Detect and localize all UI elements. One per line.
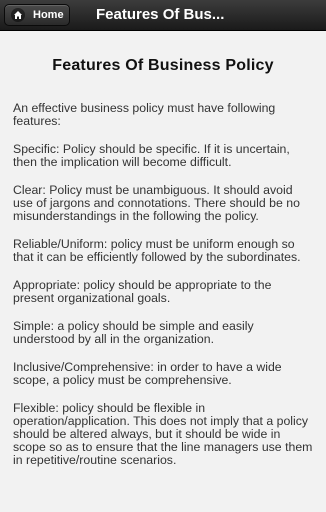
paragraph-appropriate: Appropriate: policy should be appropriat… (13, 278, 272, 305)
content-heading: Features Of Business Policy (52, 57, 274, 74)
paragraph-inclusive: Inclusive/Comprehensive: in order to hav… (13, 360, 282, 387)
paragraph-specific: Specific: Policy should be specific. If … (13, 142, 290, 169)
home-button-label: Home (33, 9, 64, 21)
home-button[interactable]: Home (4, 4, 70, 26)
paragraph-flexible: Flexible: policy should be flexible in o… (13, 401, 313, 467)
paragraph-list: An effective business policy must have f… (13, 102, 313, 467)
home-icon (11, 8, 25, 22)
paragraph-intro: An effective business policy must have f… (13, 101, 276, 128)
paragraph-reliable: Reliable/Uniform: policy must be uniform… (13, 237, 301, 264)
paragraph-clear: Clear: Policy must be unambiguous. It sh… (13, 183, 300, 223)
header-bar: Home Features Of Bus... (0, 0, 326, 31)
paragraph-simple: Simple: a policy should be simple and ea… (13, 319, 254, 346)
content-area: Features Of Business Policy An effective… (0, 32, 326, 512)
page-title: Features Of Bus... (96, 6, 225, 23)
